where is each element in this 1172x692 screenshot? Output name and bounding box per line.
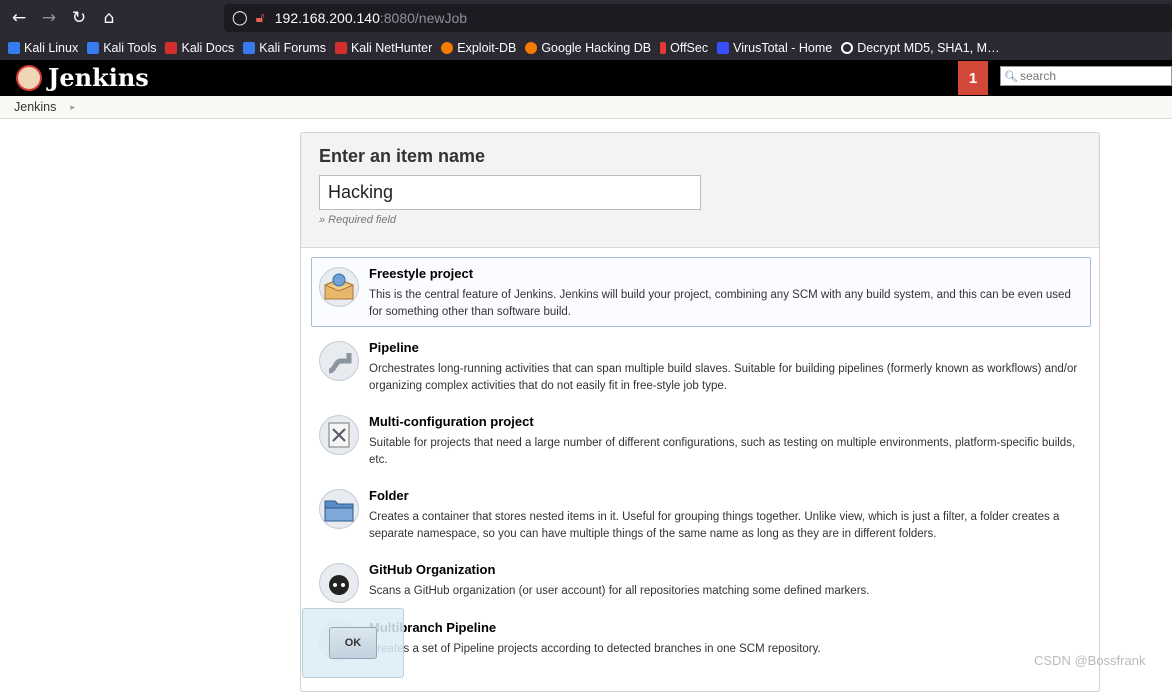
exploit-db-icon [441,42,454,54]
breadcrumb: Jenkins ▸ [0,96,1172,119]
virustotal-icon [717,42,730,54]
reload-icon[interactable]: ↻ [64,8,94,28]
item-type-freestyle[interactable]: Freestyle project This is the central fe… [311,257,1091,327]
decrypt-icon [841,42,854,54]
freestyle-project-icon [319,267,359,307]
chevron-right-icon[interactable]: ▸ [70,102,75,113]
item-description: Suitable for projects that need a large … [369,437,1076,466]
ok-button-container: OK [302,608,404,678]
bookmark-exploit-db[interactable]: Exploit-DB [441,41,516,55]
item-type-folder[interactable]: Folder Creates a container that stores n… [311,479,1091,549]
shield-icon: ◯ [232,10,248,26]
kali-docs-icon [165,42,178,54]
item-title: Pipeline [369,340,419,355]
item-name-input[interactable] [319,175,701,210]
new-item-panel: Enter an item name » Required field Free… [300,132,1100,692]
app-name: Jenkins [48,63,149,92]
item-description: Creates a container that stores nested i… [369,511,1060,540]
bookmark-kali-linux[interactable]: Kali Linux [8,41,78,55]
home-icon[interactable]: ⌂ [94,8,124,28]
search-icon: 🔍︎ [1004,69,1018,83]
ghdb-icon [525,42,538,54]
breadcrumb-jenkins[interactable]: Jenkins [14,100,56,114]
item-type-pipeline[interactable]: Pipeline Orchestrates long-running activ… [311,331,1091,401]
bookmark-virustotal[interactable]: VirusTotal - Home [717,41,832,55]
item-description: Orchestrates long-running activities tha… [369,363,1078,392]
item-description: This is the central feature of Jenkins. … [369,289,1071,318]
nethunter-icon [334,42,347,54]
kali-icon [8,42,20,54]
jenkins-butler-icon [16,64,42,91]
item-description: Scans a GitHub organization (or user acc… [369,585,870,597]
bookmark-offsec[interactable]: OffSec [660,41,708,55]
offsec-icon [660,42,667,54]
address-host: 192.168.200.140 [274,10,380,26]
bookmark-kali-nethunter[interactable]: Kali NetHunter [334,41,432,55]
item-name-section: Enter an item name » Required field [301,133,1099,248]
required-note: » Required field [319,214,397,226]
kali-forums-icon [243,42,256,54]
item-title: Folder [369,488,409,503]
bookmark-decrypt-md5[interactable]: Decrypt MD5, SHA1, M… [841,41,1000,55]
back-icon[interactable]: ← [4,8,34,28]
search-input[interactable] [1017,69,1162,83]
jenkins-logo[interactable]: Jenkins [16,63,149,92]
bookmark-kali-forums[interactable]: Kali Forums [243,41,326,55]
bookmark-kali-tools[interactable]: Kali Tools [87,41,156,55]
folder-icon [319,489,359,529]
github-organization-icon [319,563,359,603]
item-title: Multi-configuration project [369,414,534,429]
address-bar[interactable]: ◯ 🔓︎ 192.168.200.140:8080/newJob [224,4,1172,32]
search-box[interactable]: 🔍︎ [1000,66,1172,86]
watermark: CSDN @Bossfrank [1034,653,1146,668]
forward-icon[interactable]: → [34,8,64,28]
jenkins-header: Jenkins [0,60,1172,96]
address-path: :8080/newJob [379,10,468,26]
notification-badge[interactable]: 1 [958,61,988,95]
bookmarks-bar: Kali Linux Kali Tools Kali Docs Kali For… [0,36,1172,60]
pipeline-icon [319,341,359,381]
ok-button[interactable]: OK [329,627,377,659]
lock-icon: 🔓︎ [255,10,265,26]
browser-toolbar: ← → ↻ ⌂ ◯ 🔓︎ 192.168.200.140:8080/newJob [0,0,1172,36]
item-type-multi-configuration[interactable]: Multi-configuration project Suitable for… [311,405,1091,475]
bookmark-google-hacking-db[interactable]: Google Hacking DB [525,41,651,55]
item-title: GitHub Organization [369,562,496,577]
multi-configuration-icon [319,415,359,455]
item-type-multibranch-pipeline[interactable]: Multibranch Pipeline Creates a set of Pi… [311,611,1091,681]
bookmark-kali-docs[interactable]: Kali Docs [165,41,234,55]
kali-icon [87,42,100,54]
page-title: Enter an item name [319,146,486,166]
item-description: Creates a set of Pipeline projects accor… [369,643,821,655]
item-title: Freestyle project [369,266,474,281]
